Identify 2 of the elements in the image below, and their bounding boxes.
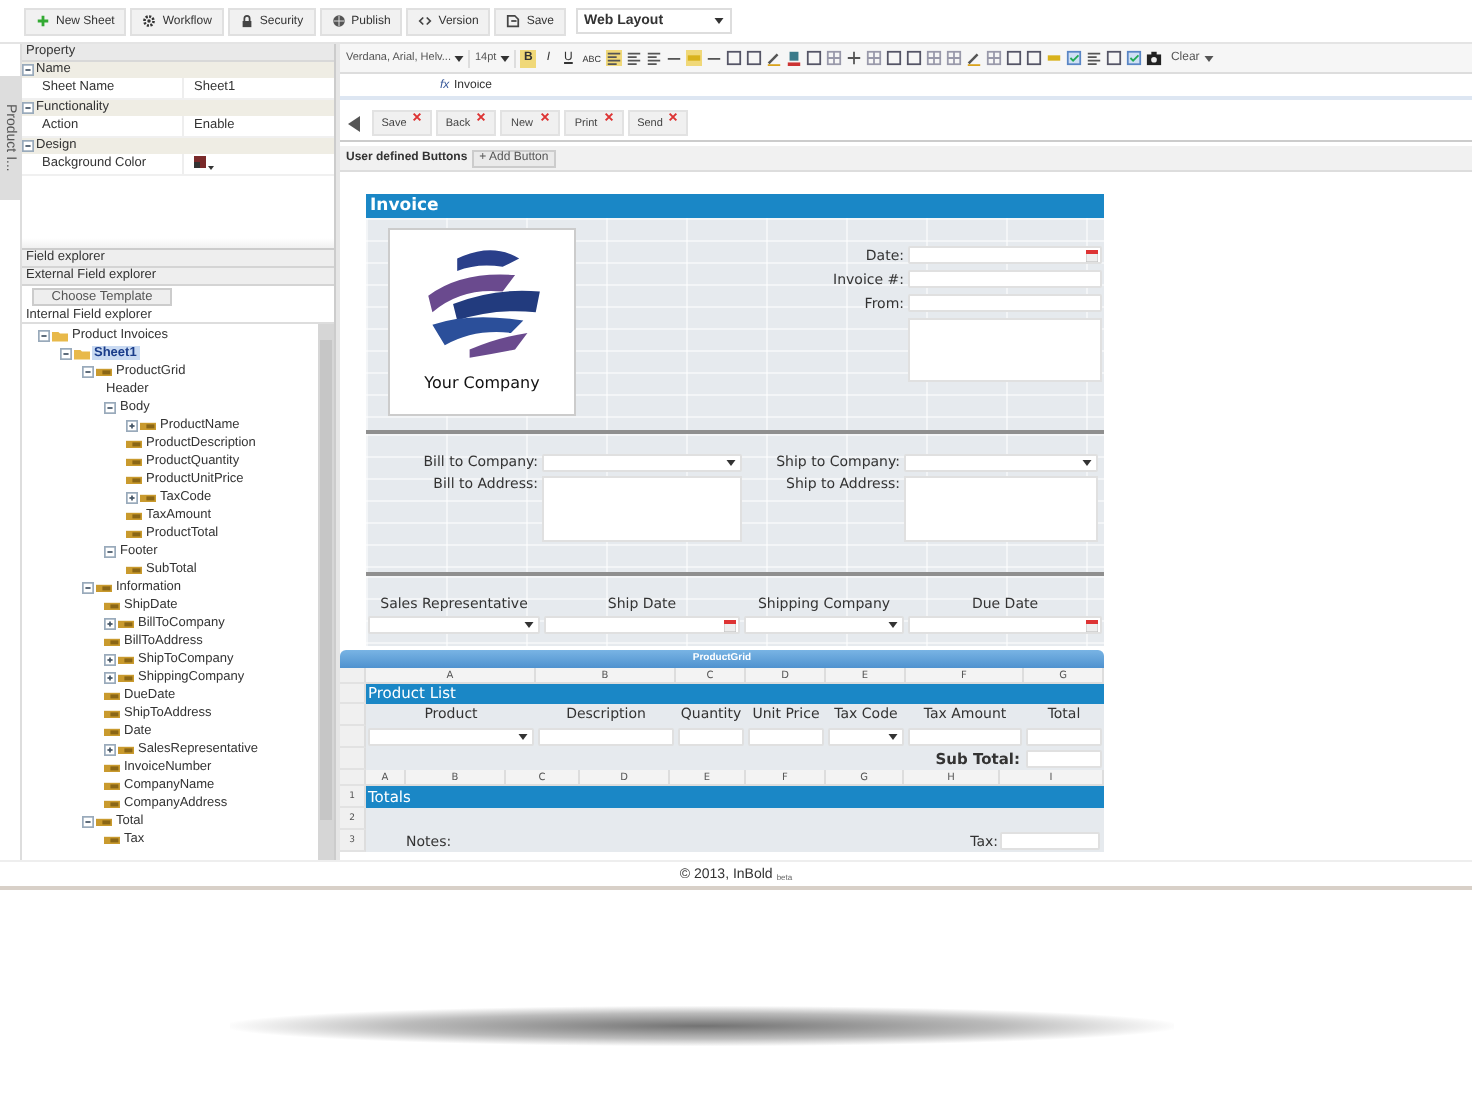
company-name: Your Company	[424, 374, 540, 392]
form-title: Invoice	[366, 194, 1104, 218]
